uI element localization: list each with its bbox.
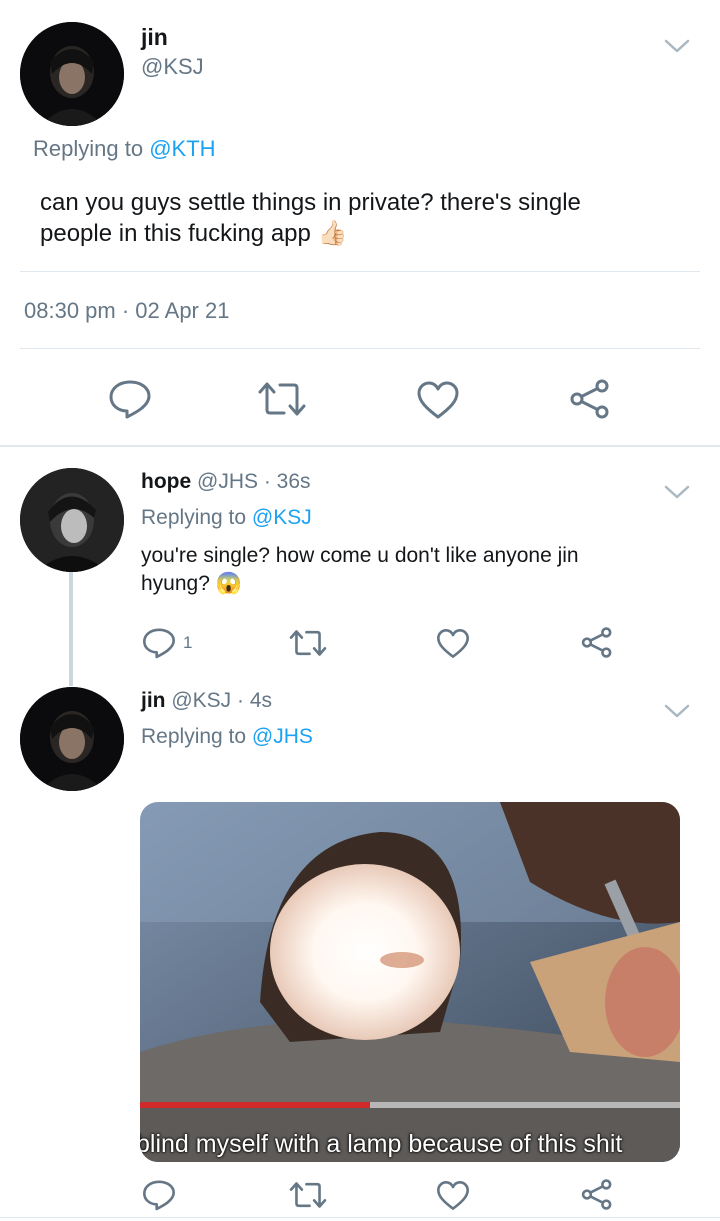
media-caption: blind myself with a lamp because of this… <box>140 1130 623 1158</box>
retweet-button[interactable] <box>288 1180 328 1210</box>
retweet-button[interactable] <box>256 380 308 418</box>
tweet-text-line: can you guys settle things in private? t… <box>40 189 581 216</box>
handle[interactable]: @KSJ <box>171 689 231 712</box>
like-button[interactable] <box>416 380 460 420</box>
replying-to: Replying to @JHS <box>141 725 313 749</box>
retweet-icon <box>289 630 327 656</box>
reply-icon <box>109 380 151 419</box>
tweet-header: jin @KSJ · 4s <box>141 689 272 713</box>
share-icon <box>570 379 609 419</box>
chevron-down-icon[interactable] <box>662 482 692 502</box>
reply-count: 1 <box>183 633 193 652</box>
avatar[interactable] <box>20 468 124 572</box>
tweet-time[interactable]: · 4s <box>237 689 272 712</box>
tweet-text-segment: hyung? <box>141 572 210 595</box>
replying-to: Replying to @KSJ <box>141 506 312 530</box>
divider <box>20 348 700 349</box>
timestamp[interactable]: 08:30 pm · 02 Apr 21 <box>24 298 229 324</box>
replying-to: Replying to @KTH <box>33 136 216 162</box>
display-name[interactable]: hope <box>141 470 191 493</box>
avatar[interactable] <box>20 687 124 791</box>
tweet-text-line: people in this fucking app 👍🏻 <box>40 218 700 249</box>
section-divider <box>0 445 720 447</box>
tweet-media-image[interactable]: blind myself with a lamp because of this… <box>140 802 680 1162</box>
tweet-time[interactable]: · 36s <box>264 470 311 493</box>
handle[interactable]: @JHS <box>197 470 258 493</box>
tweet-text: can you guys settle things in private? t… <box>40 187 700 249</box>
share-button[interactable] <box>568 378 612 420</box>
reply-button[interactable] <box>142 626 176 660</box>
divider <box>0 1217 720 1218</box>
share-button[interactable] <box>580 626 614 659</box>
like-button[interactable] <box>436 628 470 659</box>
display-name[interactable]: jin <box>141 689 166 712</box>
reply-button[interactable] <box>142 1178 176 1212</box>
replying-label: Replying to <box>33 136 144 161</box>
replying-label: Replying to <box>141 725 247 748</box>
thread-line <box>69 570 73 686</box>
share-icon <box>581 1179 612 1210</box>
reply-button[interactable] <box>108 378 152 420</box>
tweet-header: hope @JHS · 36s <box>141 470 311 494</box>
like-icon <box>437 629 469 658</box>
display-name[interactable]: jin <box>141 24 168 51</box>
share-button[interactable] <box>580 1178 614 1211</box>
tweet-text-line: you're single? how come u don't like any… <box>141 544 579 567</box>
tweet-text-line: hyung? 😱 <box>141 570 681 598</box>
reply-icon <box>143 1180 175 1211</box>
thumbs-up-emoji: 👍🏻 <box>317 220 348 247</box>
tweet-text: you're single? how come u don't like any… <box>141 542 681 598</box>
like-button[interactable] <box>436 1180 470 1211</box>
avatar[interactable] <box>20 22 124 126</box>
chevron-down-icon[interactable] <box>662 36 692 56</box>
retweet-icon <box>289 1182 327 1208</box>
replying-label: Replying to <box>141 506 247 529</box>
like-icon <box>437 1181 469 1210</box>
chevron-down-icon[interactable] <box>662 701 692 721</box>
divider <box>20 271 700 272</box>
retweet-button[interactable] <box>288 628 328 658</box>
reply-icon <box>143 628 175 659</box>
handle[interactable]: @KSJ <box>141 54 204 80</box>
replying-handle-link[interactable]: @KTH <box>149 136 215 161</box>
scream-emoji: 😱 <box>215 572 242 595</box>
retweet-icon <box>258 382 306 416</box>
tweet-text-segment: people in this fucking app <box>40 220 311 247</box>
replying-handle-link[interactable]: @JHS <box>252 725 313 748</box>
share-icon <box>581 627 612 658</box>
like-icon <box>417 381 459 419</box>
replying-handle-link[interactable]: @KSJ <box>252 506 312 529</box>
